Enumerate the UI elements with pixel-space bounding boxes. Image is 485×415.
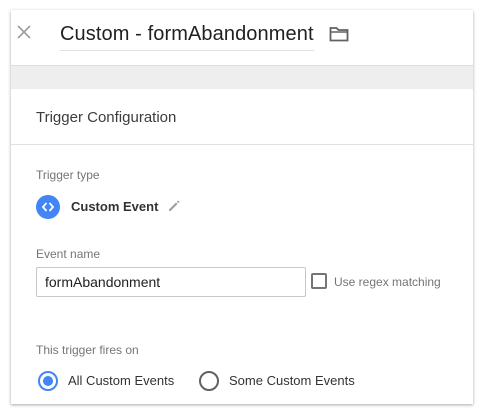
pencil-icon[interactable] (167, 199, 181, 213)
close-button[interactable] (16, 24, 32, 40)
radio-all-custom-events[interactable] (38, 371, 58, 391)
event-name-label: Event name (36, 247, 101, 261)
fires-on-label: This trigger fires on (36, 343, 139, 357)
trigger-title[interactable]: Custom - formAbandonment (60, 23, 314, 45)
folder-button[interactable] (329, 25, 349, 43)
radio-some-custom-events-label[interactable]: Some Custom Events (229, 373, 355, 389)
folder-icon (329, 27, 349, 42)
regex-checkbox[interactable] (311, 273, 327, 289)
trigger-editor-window: Custom - formAbandonment Trigger Configu… (11, 10, 473, 404)
close-icon (17, 25, 31, 39)
card-title: Trigger Configuration (36, 109, 177, 126)
radio-some-custom-events[interactable] (199, 371, 219, 391)
trigger-name-field[interactable]: Custom - formAbandonment (60, 20, 314, 51)
trigger-type-label: Trigger type (36, 168, 100, 182)
code-brackets-icon (36, 195, 60, 219)
event-name-input[interactable] (36, 267, 306, 297)
trigger-configuration-card[interactable]: Trigger Configuration Trigger type Custo… (11, 89, 473, 404)
editor-header: Custom - formAbandonment (11, 10, 473, 66)
card-divider (11, 144, 473, 145)
radio-all-custom-events-label[interactable]: All Custom Events (68, 373, 174, 389)
regex-checkbox-label[interactable]: Use regex matching (334, 274, 441, 290)
trigger-type-value: Custom Event (71, 199, 159, 214)
